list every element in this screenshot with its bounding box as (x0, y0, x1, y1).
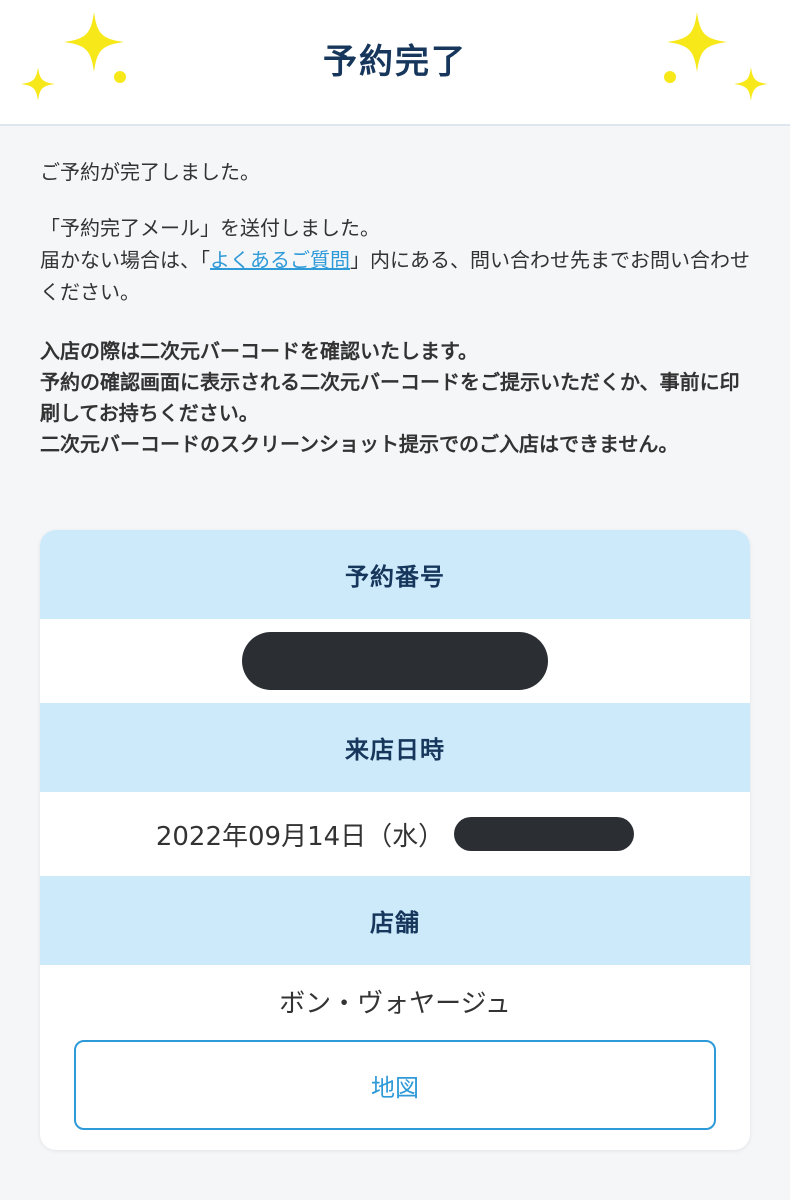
map-button[interactable]: 地図 (74, 1040, 716, 1130)
faq-link[interactable]: よくあるご質問 (210, 248, 350, 272)
visit-date: 2022年09月14日（水） (155, 821, 445, 852)
reservation-number-value (40, 619, 750, 703)
notice-line: 二次元バーコードのスクリーンショット提示でのご入店はできません。 (40, 432, 679, 456)
redacted-reservation-number (242, 632, 548, 690)
store-header: 店舗 (40, 876, 750, 965)
redacted-visit-time (454, 817, 635, 851)
reservation-card: 予約番号 来店日時 2022年09月14日（水） 店舗 ボン・ヴォヤージュ 地図 (40, 530, 750, 1150)
contact-text: 届かない場合は、「よくあるご質問」内にある、問い合わせ先までお問い合わせください… (40, 244, 760, 308)
email-sent-text: 「予約完了メール」を送付しました。 (40, 216, 380, 240)
email-notice: 「予約完了メール」を送付しました。 届かない場合は、「よくあるご質問」内にある、… (40, 212, 760, 308)
notice-line: 予約の確認画面に表示される二次元バーコードをご提示いただくか、事前に印刷してお持… (40, 370, 740, 425)
visit-datetime-value: 2022年09月14日（水） (40, 792, 750, 876)
header: 予約完了 (0, 0, 790, 126)
notice-line: 入店の際は二次元バーコードを確認いたします。 (40, 339, 478, 363)
contact-prefix: 届かない場合は、「 (40, 248, 210, 272)
visit-datetime-header: 来店日時 (40, 703, 750, 792)
store-name: ボン・ヴォヤージュ (279, 988, 511, 1019)
completion-message: ご予約が完了しました。 (40, 160, 260, 184)
entry-notice: 入店の際は二次元バーコードを確認いたします。 予約の確認画面に表示される二次元バ… (40, 336, 740, 460)
reservation-number-header: 予約番号 (40, 530, 750, 619)
page-title: 予約完了 (323, 42, 467, 82)
